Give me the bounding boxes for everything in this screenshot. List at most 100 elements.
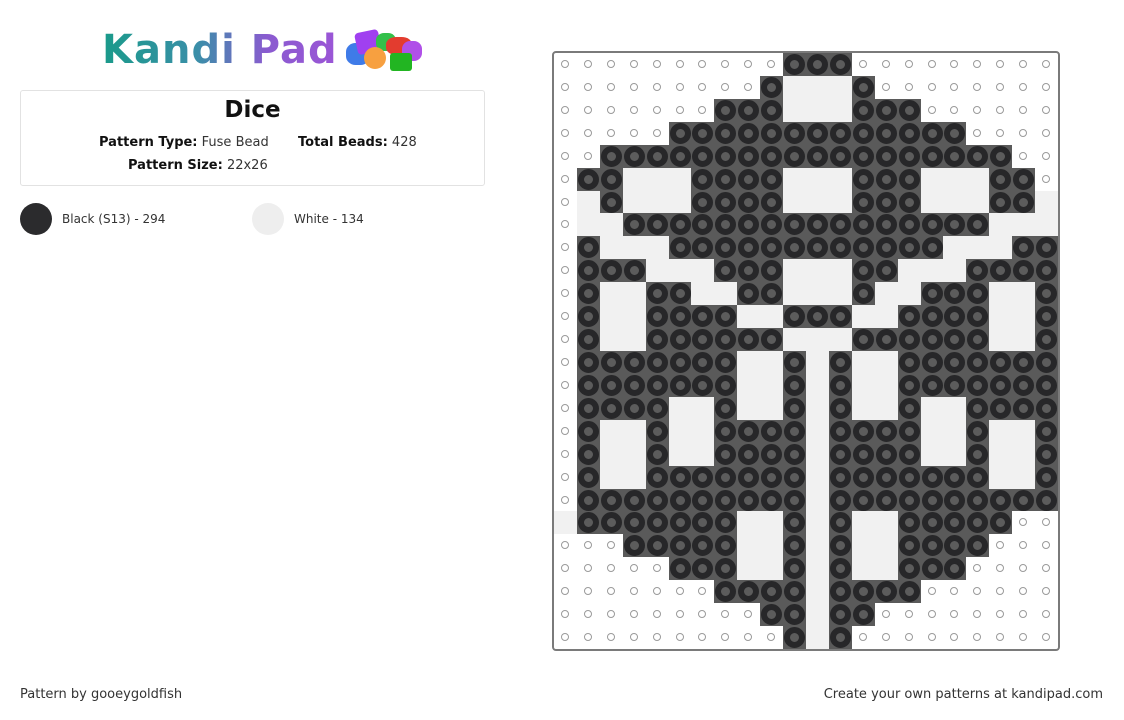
black-bead [645, 144, 669, 168]
empty-peg [554, 580, 577, 603]
white-bead [828, 167, 852, 191]
pattern-type-label: Pattern Type: [99, 135, 198, 150]
black-bead [576, 488, 600, 512]
black-bead [851, 580, 875, 604]
black-bead [920, 144, 944, 168]
black-bead [920, 373, 944, 397]
white-bead [760, 373, 784, 397]
black-bead [714, 396, 738, 420]
white-bead [599, 213, 623, 237]
black-bead [645, 328, 669, 351]
empty-peg [966, 122, 989, 145]
black-bead [1035, 282, 1058, 306]
white-bead [599, 465, 623, 489]
black-bead [576, 373, 600, 397]
empty-peg [577, 99, 600, 122]
black-bead [622, 373, 646, 397]
empty-peg [691, 603, 714, 626]
black-bead [599, 511, 623, 535]
black-bead [645, 419, 669, 443]
white-bead [599, 236, 623, 260]
pattern-type-value: Fuse Bead [201, 135, 269, 150]
kandipad-logo[interactable]: Kandi Pad [102, 26, 424, 74]
empty-peg [1012, 534, 1035, 557]
black-bead [943, 534, 967, 558]
white-bead [874, 557, 898, 581]
black-bead [989, 488, 1013, 512]
black-bead [897, 98, 921, 122]
empty-peg [943, 580, 966, 603]
white-bead [897, 282, 921, 306]
pattern-title: Dice [224, 97, 281, 123]
empty-peg [966, 580, 989, 603]
black-bead [576, 419, 600, 443]
black-bead [645, 511, 669, 535]
empty-peg [1012, 145, 1035, 168]
white-bead [737, 373, 761, 397]
black-bead [920, 213, 944, 237]
white-bead [576, 190, 600, 214]
black-bead [737, 419, 761, 443]
white-bead [989, 305, 1013, 329]
white-bead [622, 419, 646, 443]
black-bead [714, 236, 738, 260]
black-bead [851, 213, 875, 237]
white-bead [806, 419, 829, 443]
empty-peg [600, 603, 623, 626]
empty-peg [600, 626, 623, 649]
white-bead [806, 557, 829, 581]
black-bead [874, 488, 898, 512]
white-bead [943, 259, 967, 283]
white-bead [897, 259, 921, 283]
black-bead [691, 144, 715, 168]
white-bead [874, 373, 898, 397]
empty-peg [943, 76, 966, 99]
empty-peg [554, 557, 577, 580]
black-bead [576, 328, 600, 351]
black-bead [897, 488, 921, 512]
black-bead [828, 626, 852, 649]
black-bead [691, 236, 715, 260]
black-bead [966, 351, 990, 374]
black-bead [622, 511, 646, 535]
empty-peg [691, 99, 714, 122]
black-bead [622, 488, 646, 512]
pattern-type: Pattern Type: Fuse Bead [99, 135, 269, 150]
black-bead [897, 190, 921, 214]
white-bead [828, 328, 852, 351]
kandipad-promo-link[interactable]: Create your own patterns at kandipad.com [824, 687, 1103, 702]
black-bead [874, 213, 898, 237]
empty-peg [554, 466, 577, 489]
empty-peg [646, 53, 669, 76]
white-bead [851, 351, 875, 374]
black-bead [599, 396, 623, 420]
empty-peg [1012, 99, 1035, 122]
empty-peg [1035, 557, 1058, 580]
black-bead [737, 465, 761, 489]
black-bead [1035, 488, 1058, 512]
black-bead [622, 259, 646, 283]
empty-peg [1012, 122, 1035, 145]
empty-peg [646, 557, 669, 580]
empty-peg [554, 443, 577, 466]
black-bead [897, 167, 921, 191]
black-bead [989, 351, 1013, 374]
black-bead [1012, 373, 1036, 397]
empty-peg [600, 557, 623, 580]
empty-peg [921, 99, 944, 122]
black-bead [622, 144, 646, 168]
empty-peg [554, 259, 577, 282]
white-bead [920, 190, 944, 214]
black-bead [760, 98, 784, 122]
empty-peg [921, 603, 944, 626]
black-bead [714, 98, 738, 122]
black-bead [943, 373, 967, 397]
color-swatch-black: Black (S13) - 294 [20, 203, 165, 235]
black-bead [943, 465, 967, 489]
empty-peg [554, 305, 577, 328]
black-bead [920, 328, 944, 351]
black-bead [874, 236, 898, 260]
empty-peg [714, 626, 737, 649]
white-swatch-icon [252, 203, 284, 235]
black-bead [966, 213, 990, 237]
